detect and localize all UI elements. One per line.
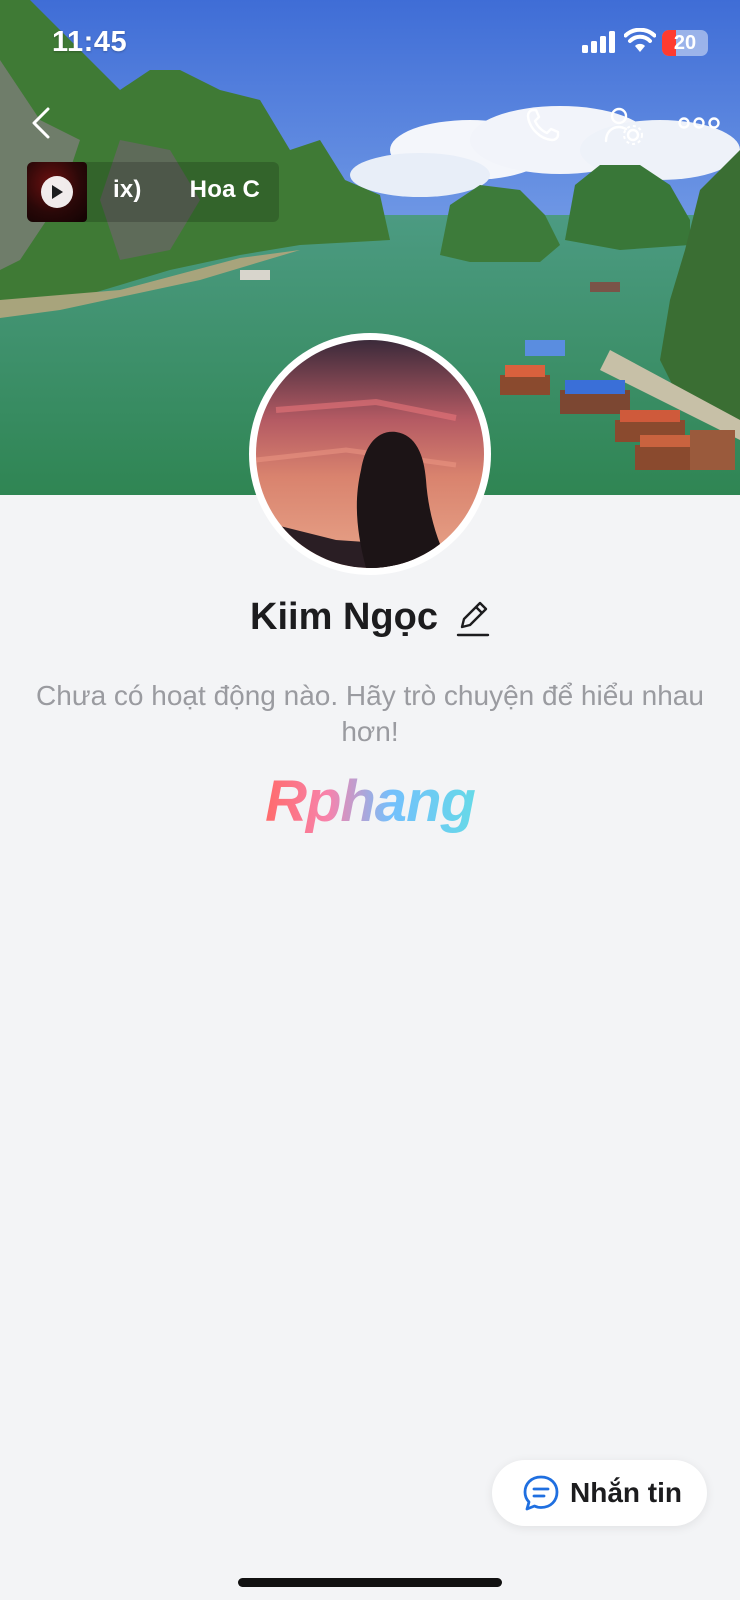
more-horizontal-icon: [678, 117, 720, 129]
battery-level: 20: [673, 32, 697, 54]
watermark-logo: Rphang: [265, 769, 476, 834]
profile-name-row: Kiim Ngọc: [0, 596, 740, 639]
back-button[interactable]: [18, 100, 64, 146]
pencil-icon[interactable]: [456, 599, 490, 637]
avatar[interactable]: [249, 333, 491, 575]
message-button[interactable]: Nhắn tin: [492, 1460, 707, 1526]
call-button[interactable]: [520, 102, 566, 148]
message-button-label: Nhắn tin: [570, 1477, 682, 1508]
more-button[interactable]: [676, 100, 722, 146]
profile-description: Chưa có hoạt động nào. Hãy trò chuyện để…: [36, 680, 704, 747]
user-settings-button[interactable]: [600, 102, 646, 148]
profile-music-chip[interactable]: ix) Hoa C: [27, 162, 279, 222]
play-button[interactable]: [41, 176, 73, 208]
chevron-left-icon: [32, 107, 50, 139]
avatar-image: [256, 340, 484, 568]
chat-bubble-icon: [523, 1475, 559, 1511]
phone-icon: [526, 108, 560, 142]
music-title: ix) Hoa C: [113, 176, 261, 203]
battery-indicator: 20: [662, 30, 708, 56]
status-bar: 11:45 20: [0, 0, 740, 90]
profile-name: Kiim Ngọc: [250, 596, 438, 638]
wifi-icon: [624, 28, 656, 52]
home-indicator[interactable]: [238, 1578, 502, 1587]
cell-signal-icon: [582, 31, 615, 53]
user-settings-icon: [604, 107, 643, 145]
status-time: 11:45: [52, 26, 128, 58]
music-thumbnail: [27, 162, 87, 222]
play-icon: [52, 185, 63, 199]
